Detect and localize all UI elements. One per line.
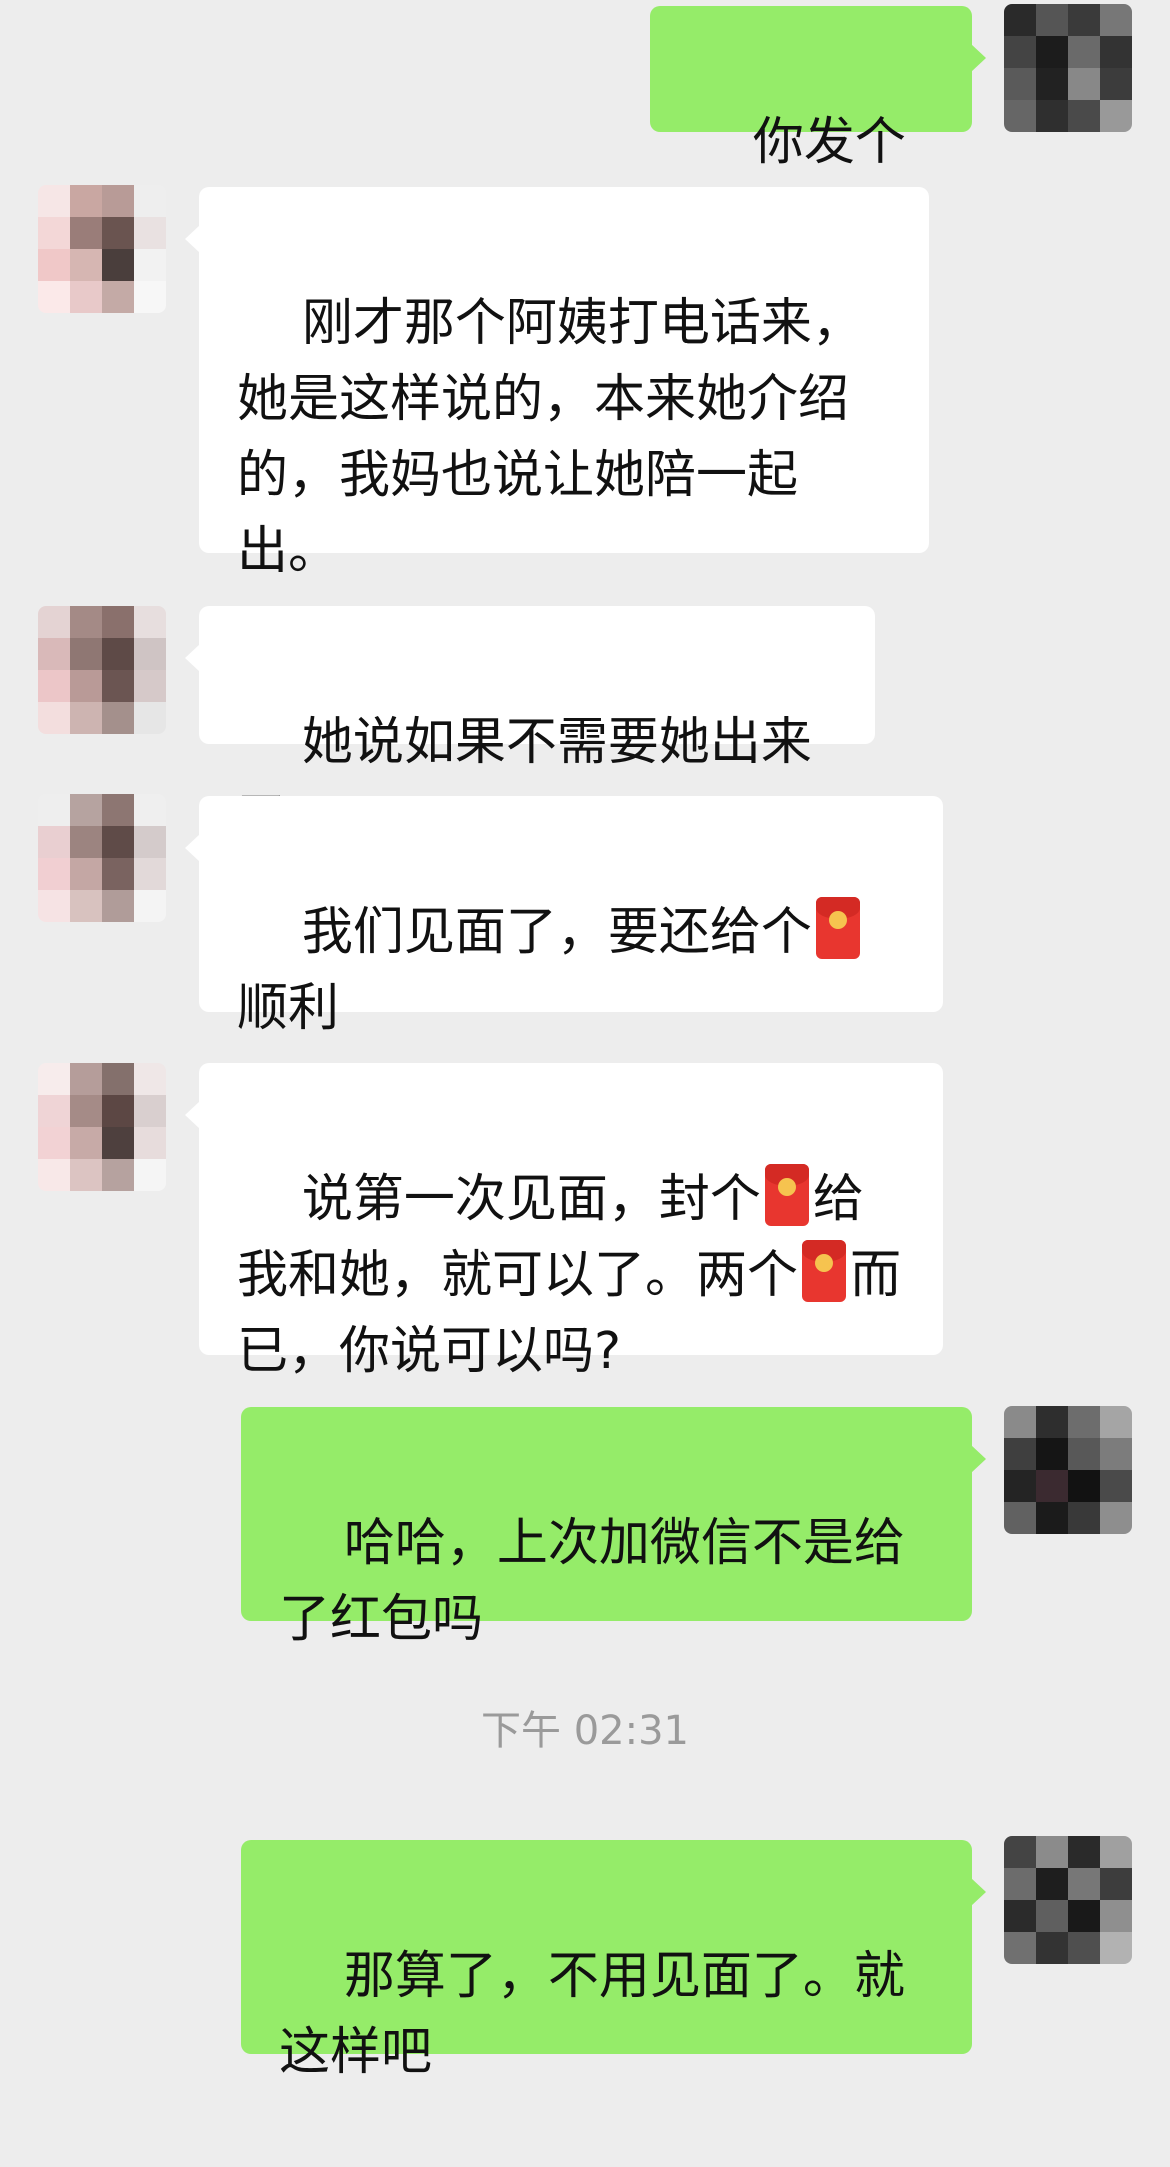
red-envelope-icon <box>764 1164 809 1226</box>
contact-avatar[interactable] <box>38 794 166 922</box>
red-envelope-icon <box>802 1240 847 1302</box>
message-bubble-incoming[interactable]: 说第一次见面，封个 给我和她，就可以了。两个 而已，你说可以吗? <box>185 1063 943 1381</box>
message-bubble-incoming[interactable]: 刚才那个阿姨打电话来，她是这样说的，本来她介绍的，我妈也说让她陪一起出。 <box>185 187 929 581</box>
contact-avatar[interactable] <box>38 606 166 734</box>
contact-avatar[interactable] <box>38 1063 166 1191</box>
chat-area[interactable]: 你发个位置来 刚才那个阿姨打电话来，她是这样说的，本来她介绍的，我妈也说让她陪一… <box>0 0 1170 2082</box>
my-avatar[interactable] <box>1004 1836 1132 1964</box>
message-bubble-outgoing[interactable]: 那算了，不用见面了。就这样吧 <box>241 1840 986 2082</box>
message-bubble-outgoing[interactable]: 哈哈，上次加微信不是给了红包吗 <box>241 1407 986 1649</box>
message-text: 哈哈，上次加微信不是给了红包吗 <box>279 1514 905 1649</box>
message-bubble-outgoing[interactable]: 你发个位置来 <box>650 6 986 248</box>
my-avatar[interactable] <box>1004 1406 1132 1534</box>
message-text: 说第一次见面，封个 给我和她，就可以了。两个 而已，你说可以吗? <box>237 1164 901 1381</box>
my-avatar[interactable] <box>1004 4 1132 132</box>
contact-avatar[interactable] <box>38 185 166 313</box>
message-text: 我们见面了，要还给个顺利 <box>237 897 864 1038</box>
message-bubble-incoming[interactable]: 她说如果不需要她出来了 <box>185 606 875 848</box>
message-text: 刚才那个阿姨打电话来，她是这样说的，本来她介绍的，我妈也说让她陪一起出。 <box>237 294 863 581</box>
message-text: 那算了，不用见面了。就这样吧 <box>279 1947 905 2082</box>
message-timestamp: 下午 02:31 <box>481 1708 689 1754</box>
message-bubble-incoming[interactable]: 我们见面了，要还给个顺利 <box>185 796 943 1038</box>
red-envelope-icon <box>815 897 860 959</box>
